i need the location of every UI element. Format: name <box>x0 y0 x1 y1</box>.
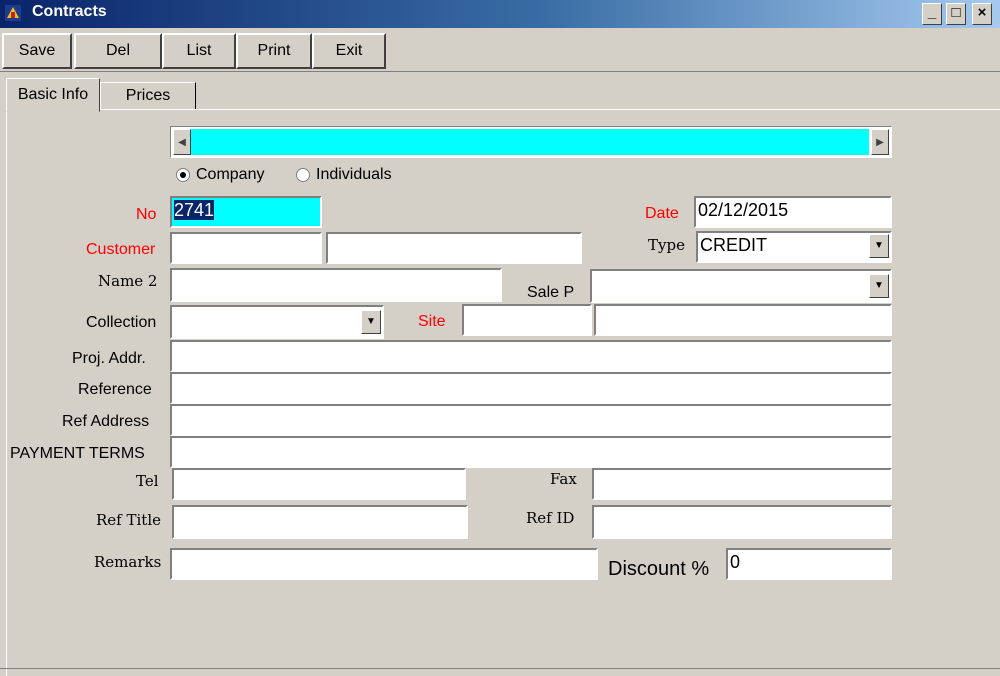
site-label: Site <box>418 313 446 330</box>
proj-addr-field[interactable] <box>170 340 892 372</box>
no-value: 2741 <box>174 200 215 220</box>
date-label: Date <box>645 205 679 222</box>
scroll-left-icon[interactable]: ◀ <box>173 129 191 155</box>
close-icon: × <box>977 4 987 21</box>
radio-company-label: Company <box>196 166 265 183</box>
type-value: CREDIT <box>700 235 767 255</box>
payment-terms-field[interactable] <box>170 436 892 468</box>
scrollbar-thumb[interactable] <box>191 129 869 155</box>
tel-field[interactable] <box>172 468 466 500</box>
chevron-down-icon[interactable]: ▼ <box>869 274 889 298</box>
close-button[interactable]: × <box>972 3 992 25</box>
ref-address-field[interactable] <box>170 404 892 436</box>
status-bar <box>0 668 1000 676</box>
maximize-icon: □ <box>951 4 961 21</box>
app-icon <box>5 5 21 21</box>
site-code-field[interactable] <box>462 304 592 336</box>
save-button[interactable]: Save <box>2 33 72 69</box>
reference-field[interactable] <box>170 372 892 404</box>
toolbar: Save Del List Print Exit <box>0 30 1000 72</box>
customer-name-field[interactable] <box>326 232 582 264</box>
name2-label: Name 2 <box>98 272 158 290</box>
discount-field[interactable]: 0 <box>726 548 892 580</box>
ref-title-label: Ref Title <box>96 511 161 529</box>
radio-checked-icon <box>176 168 190 182</box>
tel-label: Tel <box>136 472 159 490</box>
scroll-right-icon[interactable]: ▶ <box>871 129 889 155</box>
tab-prices[interactable]: Prices <box>100 82 196 110</box>
radio-unchecked-icon <box>296 168 310 182</box>
collection-select[interactable]: ▼ <box>170 305 384 339</box>
customer-label: Customer <box>86 241 156 258</box>
tab-strip: Basic Info Prices <box>0 78 1000 112</box>
list-button[interactable]: List <box>162 33 236 69</box>
minimize-icon: _ <box>927 4 937 21</box>
ref-id-label: Ref ID <box>526 509 575 527</box>
site-name-field[interactable] <box>594 304 892 336</box>
ref-title-field[interactable] <box>172 505 468 539</box>
exit-button[interactable]: Exit <box>312 33 386 69</box>
remarks-label: Remarks <box>94 553 162 571</box>
fax-label: Fax <box>550 470 577 488</box>
window-title: Contracts <box>32 3 107 20</box>
no-label: No <box>136 206 157 223</box>
collection-label: Collection <box>86 314 157 331</box>
delete-button[interactable]: Del <box>74 33 162 69</box>
remarks-field[interactable] <box>170 548 598 580</box>
type-select[interactable]: CREDIT ▼ <box>696 231 892 263</box>
date-field[interactable]: 02/12/2015 <box>694 196 892 228</box>
payment-terms-label: PAYMENT TERMS <box>10 445 145 462</box>
radio-company[interactable]: Company <box>176 166 264 184</box>
maximize-button[interactable]: □ <box>946 3 966 25</box>
customer-code-field[interactable] <box>170 232 322 264</box>
sale-p-select[interactable]: ▼ <box>590 269 892 303</box>
ref-address-label: Ref Address <box>62 413 150 430</box>
title-bar: Contracts _ □ × <box>0 0 1000 28</box>
proj-addr-label: Proj. Addr. <box>72 350 146 367</box>
name2-field[interactable] <box>170 268 502 302</box>
tab-basic-info[interactable]: Basic Info <box>6 78 100 112</box>
type-label: Type <box>648 236 685 254</box>
discount-label: Discount % <box>608 558 710 580</box>
record-scrollbar[interactable]: ◀ ▶ <box>170 126 892 158</box>
sale-p-label: Sale P <box>527 284 575 301</box>
radio-individuals[interactable]: Individuals <box>296 166 392 184</box>
fax-field[interactable] <box>592 468 892 500</box>
minimize-button[interactable]: _ <box>922 3 942 25</box>
print-button[interactable]: Print <box>236 33 312 69</box>
chevron-down-icon[interactable]: ▼ <box>361 310 381 334</box>
reference-label: Reference <box>78 381 152 398</box>
ref-id-field[interactable] <box>592 505 892 539</box>
no-field[interactable]: 2741 <box>170 196 322 228</box>
chevron-down-icon[interactable]: ▼ <box>869 234 889 258</box>
radio-individuals-label: Individuals <box>316 166 392 183</box>
